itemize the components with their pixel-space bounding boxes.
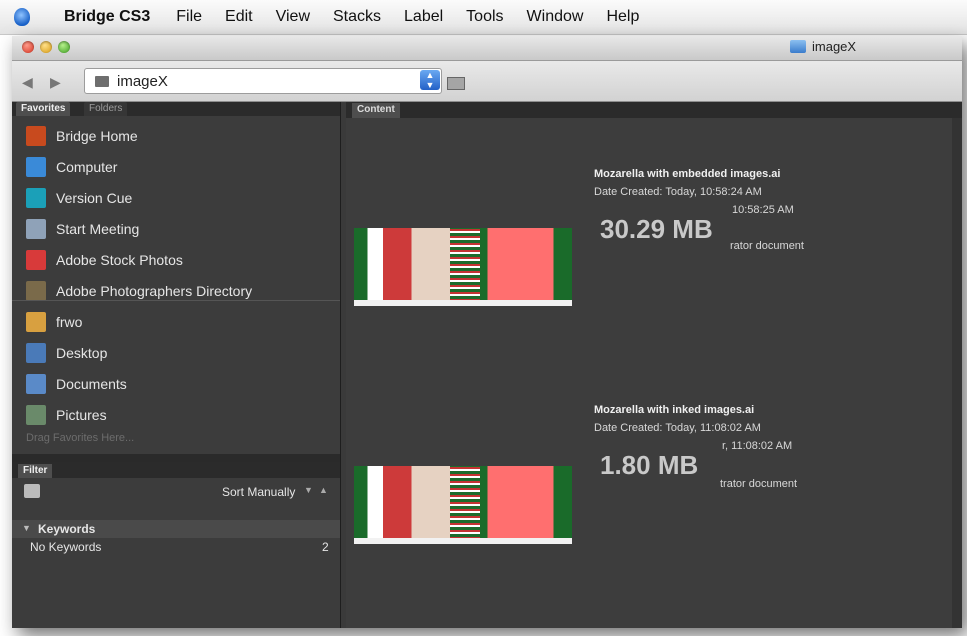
sidebar-item-bridge-home[interactable]: Bridge Home	[12, 122, 340, 150]
sidebar-item-documents[interactable]: Documents	[12, 370, 340, 398]
window-titlebar[interactable]: imageX	[12, 36, 962, 61]
minimize-window-button[interactable]	[40, 41, 52, 53]
path-selector[interactable]: imageX ▲ ▼	[84, 68, 442, 94]
keywords-section-header[interactable]: ▼ Keywords	[12, 520, 340, 538]
menu-window[interactable]: Window	[527, 8, 584, 26]
favorites-tabstrip: Favorites Folders	[12, 102, 340, 116]
sidebar-item-version-cue[interactable]: Version Cue	[12, 184, 340, 212]
documents-icon	[26, 374, 46, 394]
bridge-window: imageX ◀ ▶ imageX ▲ ▼ Favorites Folders B…	[12, 36, 962, 628]
sidebar-item-label: Pictures	[56, 407, 107, 423]
sidebar-item-label: Start Meeting	[56, 221, 140, 237]
sidebar-item-label: Version Cue	[56, 190, 133, 206]
keywords-title: Keywords	[38, 522, 96, 536]
no-keywords-label: No Keywords	[30, 540, 102, 554]
menu-tools[interactable]: Tools	[466, 8, 503, 26]
apple-menu-icon[interactable]	[0, 0, 44, 34]
version-cue-icon	[26, 188, 46, 208]
no-keywords-count: 2	[322, 540, 329, 554]
file-name: Mozarella with inked images.ai	[594, 404, 755, 416]
sidebar-item-label: frwo	[56, 314, 83, 330]
file-doc-type: trator document	[720, 478, 798, 490]
sidebar-item-frwo[interactable]: frwo	[12, 308, 340, 336]
stock-photos-icon	[26, 250, 46, 270]
file-doc-type: rator document	[730, 240, 804, 252]
path-label: imageX	[117, 72, 168, 90]
sidebar-item-label: Computer	[56, 159, 118, 175]
menu-label[interactable]: Label	[404, 8, 443, 26]
tab-favorites[interactable]: Favorites	[16, 102, 71, 116]
sidebar-item-start-meeting[interactable]: Start Meeting	[12, 215, 340, 243]
sidebar-item-label: Documents	[56, 376, 127, 392]
sidebar-item-computer[interactable]: Computer	[12, 153, 340, 181]
file-date-modified: r, 11:08:02 AM	[722, 440, 793, 452]
tab-filter[interactable]: Filter	[18, 464, 53, 478]
sort-order-select[interactable]: Sort Manually	[222, 485, 295, 499]
pictures-icon	[26, 405, 46, 425]
favorites-divider	[12, 300, 340, 301]
file-name: Mozarella with embedded images.ai	[594, 168, 781, 180]
menu-app-name[interactable]: Bridge CS3	[64, 8, 150, 26]
close-window-button[interactable]	[22, 41, 34, 53]
filter-options-icon[interactable]	[24, 484, 40, 498]
sidebar-item-label: Adobe Photographers Directory	[56, 283, 253, 299]
computer-icon	[26, 157, 46, 177]
file-size: 1.80 MB	[600, 450, 699, 480]
tab-content[interactable]: Content	[352, 103, 400, 118]
window-title-area: imageX	[790, 39, 856, 54]
desktop-icon	[26, 343, 46, 363]
menu-bar: Bridge CS3 File Edit View Stacks Label T…	[0, 0, 967, 35]
file-date-created: Date Created: Today, 10:58:24 AM	[594, 186, 762, 198]
bridge-home-icon	[26, 126, 46, 146]
content-panel: Content Mozarella with embedded images.a…	[346, 102, 962, 628]
left-panel: Favorites Folders Bridge Home Computer Ver…	[12, 102, 341, 628]
file-date-created: Date Created: Today, 11:08:02 AM	[594, 422, 761, 434]
drag-favorites-hint: Drag Favorites Here...	[26, 432, 135, 444]
disclosure-triangle-icon[interactable]: ▼	[22, 523, 31, 533]
sidebar-item-adobe-stock-photos[interactable]: Adobe Stock Photos	[12, 246, 340, 274]
meeting-icon	[26, 219, 46, 239]
sidebar-item-label: Desktop	[56, 345, 108, 361]
content-scrollbar[interactable]	[952, 118, 962, 628]
folder-icon	[790, 40, 806, 53]
back-arrow-icon[interactable]: ◀	[22, 74, 33, 91]
filter-tabstrip: Filter	[12, 462, 340, 478]
menu-stacks[interactable]: Stacks	[333, 8, 381, 26]
file-thumbnail[interactable]	[354, 466, 572, 544]
menu-file[interactable]: File	[176, 8, 202, 26]
sort-direction-icon[interactable]: ▲	[319, 485, 328, 495]
toolbar: ◀ ▶ imageX ▲ ▼	[12, 61, 962, 102]
filter-header: Sort Manually ▼ ▲	[12, 478, 340, 506]
window-title: imageX	[812, 39, 857, 54]
sidebar-item-desktop[interactable]: Desktop	[12, 339, 340, 367]
sidebar-item-pictures[interactable]: Pictures	[12, 401, 340, 429]
file-thumbnail[interactable]	[354, 228, 572, 306]
sidebar-item-label: Bridge Home	[56, 128, 138, 144]
menu-view[interactable]: View	[276, 8, 310, 26]
path-dropdown-icon[interactable]: ▲ ▼	[420, 70, 440, 90]
menu-edit[interactable]: Edit	[225, 8, 253, 26]
folder-icon	[95, 75, 109, 87]
sidebar-item-label: Adobe Stock Photos	[56, 252, 183, 268]
menu-help[interactable]: Help	[606, 8, 639, 26]
tab-folders[interactable]: Folders	[84, 102, 128, 116]
file-date-modified: 10:58:25 AM	[732, 204, 794, 216]
file-size: 30.29 MB	[600, 214, 713, 244]
photographers-icon	[26, 281, 46, 301]
forward-arrow-icon[interactable]: ▶	[50, 74, 61, 91]
sort-dropdown-icon[interactable]: ▼	[304, 485, 313, 495]
filter-row-no-keywords[interactable]: No Keywords 2	[12, 538, 340, 558]
content-tabstrip: Content	[346, 102, 962, 118]
panel-splitter[interactable]	[12, 454, 340, 462]
zoom-window-button[interactable]	[58, 41, 70, 53]
home-icon	[26, 312, 46, 332]
go-up-folder-icon[interactable]	[447, 77, 465, 90]
